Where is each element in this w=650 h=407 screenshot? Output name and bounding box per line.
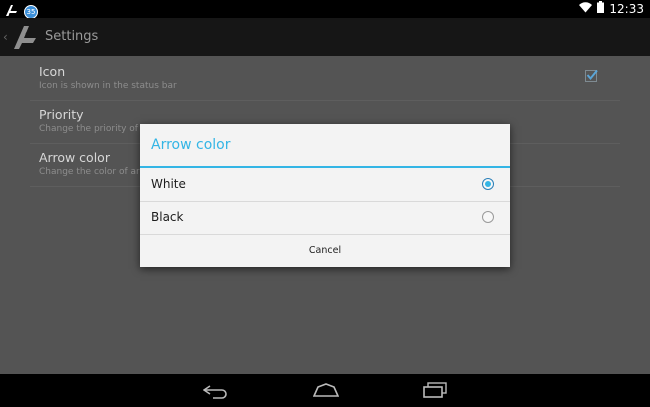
option-label: Black [151, 210, 184, 224]
android-screen: 35 12:33 ‹ Settings Icon Icon is shown i… [0, 0, 650, 407]
preference-icon[interactable]: Icon Icon is shown in the status bar [39, 64, 177, 92]
preference-title: Icon [39, 64, 66, 79]
preference-title: Priority [39, 107, 84, 122]
battery-icon [597, 1, 605, 16]
radio-unselected-icon[interactable] [482, 211, 494, 223]
preference-arrow-color[interactable]: Arrow color Change the color of arr [39, 150, 143, 178]
divider [30, 100, 620, 101]
action-bar-title: Settings [45, 29, 99, 44]
option-label: White [151, 177, 186, 191]
preference-title: Arrow color [39, 150, 110, 165]
badge-icon: 35 [24, 4, 38, 19]
status-time: 12:33 [609, 1, 644, 16]
option-black[interactable]: Black [140, 201, 510, 234]
status-right: 12:33 [579, 1, 644, 16]
action-bar: ‹ Settings [0, 18, 650, 56]
back-icon[interactable] [202, 384, 229, 403]
preference-priority[interactable]: Priority Change the priority of t [39, 107, 144, 135]
icon-checkbox[interactable] [585, 69, 598, 82]
status-bar: 35 12:33 [0, 0, 650, 19]
preference-summary: Icon is shown in the status bar [39, 81, 177, 91]
option-white[interactable]: White [140, 168, 510, 201]
recents-icon[interactable] [423, 382, 449, 402]
app-logo-icon[interactable] [12, 24, 40, 54]
up-chevron-icon[interactable]: ‹ [3, 30, 8, 44]
navigation-bar [0, 374, 650, 407]
arrow-color-dialog: Arrow color White Black Cancel [140, 124, 510, 267]
dialog-title: Arrow color [151, 137, 231, 153]
cancel-button[interactable]: Cancel [140, 234, 510, 267]
preference-summary: Change the color of arr [39, 167, 144, 177]
wifi-icon [579, 1, 593, 16]
preference-summary: Change the priority of t [39, 124, 145, 134]
home-icon[interactable] [312, 382, 340, 401]
radio-selected-icon[interactable] [482, 178, 494, 190]
